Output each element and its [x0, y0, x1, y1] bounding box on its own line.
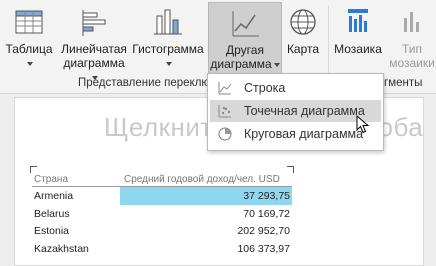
- table-corner-handle[interactable]: [30, 166, 37, 173]
- chevron-down-icon: [166, 61, 172, 66]
- group-label-segments: гменты: [384, 77, 423, 89]
- mosaic-type-button[interactable]: Тип мозаики: [388, 2, 436, 74]
- map-button[interactable]: Карта: [282, 2, 324, 74]
- menu-item-label: Строка: [244, 81, 286, 95]
- mosaic-icon: [348, 9, 368, 32]
- menu-item-line[interactable]: Строка: [210, 77, 381, 99]
- cell-value: 70 169,72: [243, 208, 290, 220]
- table-row[interactable]: Belarus 70 169,72: [32, 205, 292, 223]
- histogram-label: Гистограмма: [132, 42, 204, 56]
- other-chart-label-1: Другая: [226, 43, 264, 57]
- menu-item-label: Точечная диаграмма: [244, 104, 365, 118]
- table-corner-handle[interactable]: [287, 166, 294, 173]
- table-icon: [15, 10, 43, 34]
- pie-chart-icon: [218, 127, 232, 141]
- mosaic-type-label-2: мозаики: [389, 56, 435, 70]
- column-header-country[interactable]: Страна: [34, 174, 68, 185]
- histogram-button[interactable]: Гистограмма: [130, 2, 206, 74]
- column-chart-icon: [154, 9, 182, 35]
- mosaic-type-label-1: Тип: [401, 42, 422, 56]
- scatter-chart-icon: [218, 105, 231, 118]
- cell-country: Estonia: [34, 225, 70, 237]
- table-button[interactable]: Таблица: [0, 2, 58, 74]
- mosaic-label: Мозаика: [334, 42, 382, 56]
- cell-country: Armenia: [34, 190, 74, 202]
- bar-chart-label-1: Линейчатая: [61, 42, 127, 56]
- other-chart-button[interactable]: Другая диаграмма: [208, 2, 282, 74]
- bar-chart-label-2: диаграмма: [63, 56, 125, 70]
- mosaic-button[interactable]: Мозаика: [330, 2, 386, 74]
- menu-item-label: Круговая диаграмма: [244, 127, 364, 141]
- group-label-visualization: Представление переклю: [78, 77, 211, 89]
- chevron-down-icon: [27, 61, 33, 66]
- cell-value: 202 952,70: [237, 225, 290, 237]
- cell-value: 106 373,97: [237, 243, 290, 255]
- mouse-cursor-icon: [356, 115, 370, 134]
- chart-type-menu: Строка Точечная диаграмма Круговая диагр…: [207, 73, 384, 151]
- line-chart-icon: [232, 11, 259, 37]
- mosaic-type-icon: [404, 12, 419, 32]
- bar-chart-button[interactable]: Линейчатая диаграмма: [58, 2, 130, 80]
- table-button-label: Таблица: [5, 42, 53, 56]
- map-label: Карта: [286, 42, 320, 56]
- column-header-income[interactable]: Средний годовой доход/чел. USD: [124, 174, 280, 185]
- line-chart-icon: [218, 82, 232, 95]
- table-row[interactable]: Estonia 202 952,70: [32, 222, 292, 240]
- cell-country: Kazakhstan: [34, 243, 89, 255]
- other-chart-label-2: диаграмма: [210, 57, 272, 71]
- table-row[interactable]: Kazakhstan 106 373,97: [32, 240, 292, 258]
- chevron-down-icon: [273, 62, 280, 67]
- table-row[interactable]: Armenia 37 293,75: [32, 187, 292, 205]
- cell-country: Belarus: [34, 208, 70, 220]
- globe-icon: [290, 9, 316, 35]
- title-left: Щелкнит: [104, 112, 213, 142]
- cell-value: 37 293,75: [243, 190, 290, 202]
- bar-chart-icon: [82, 10, 106, 36]
